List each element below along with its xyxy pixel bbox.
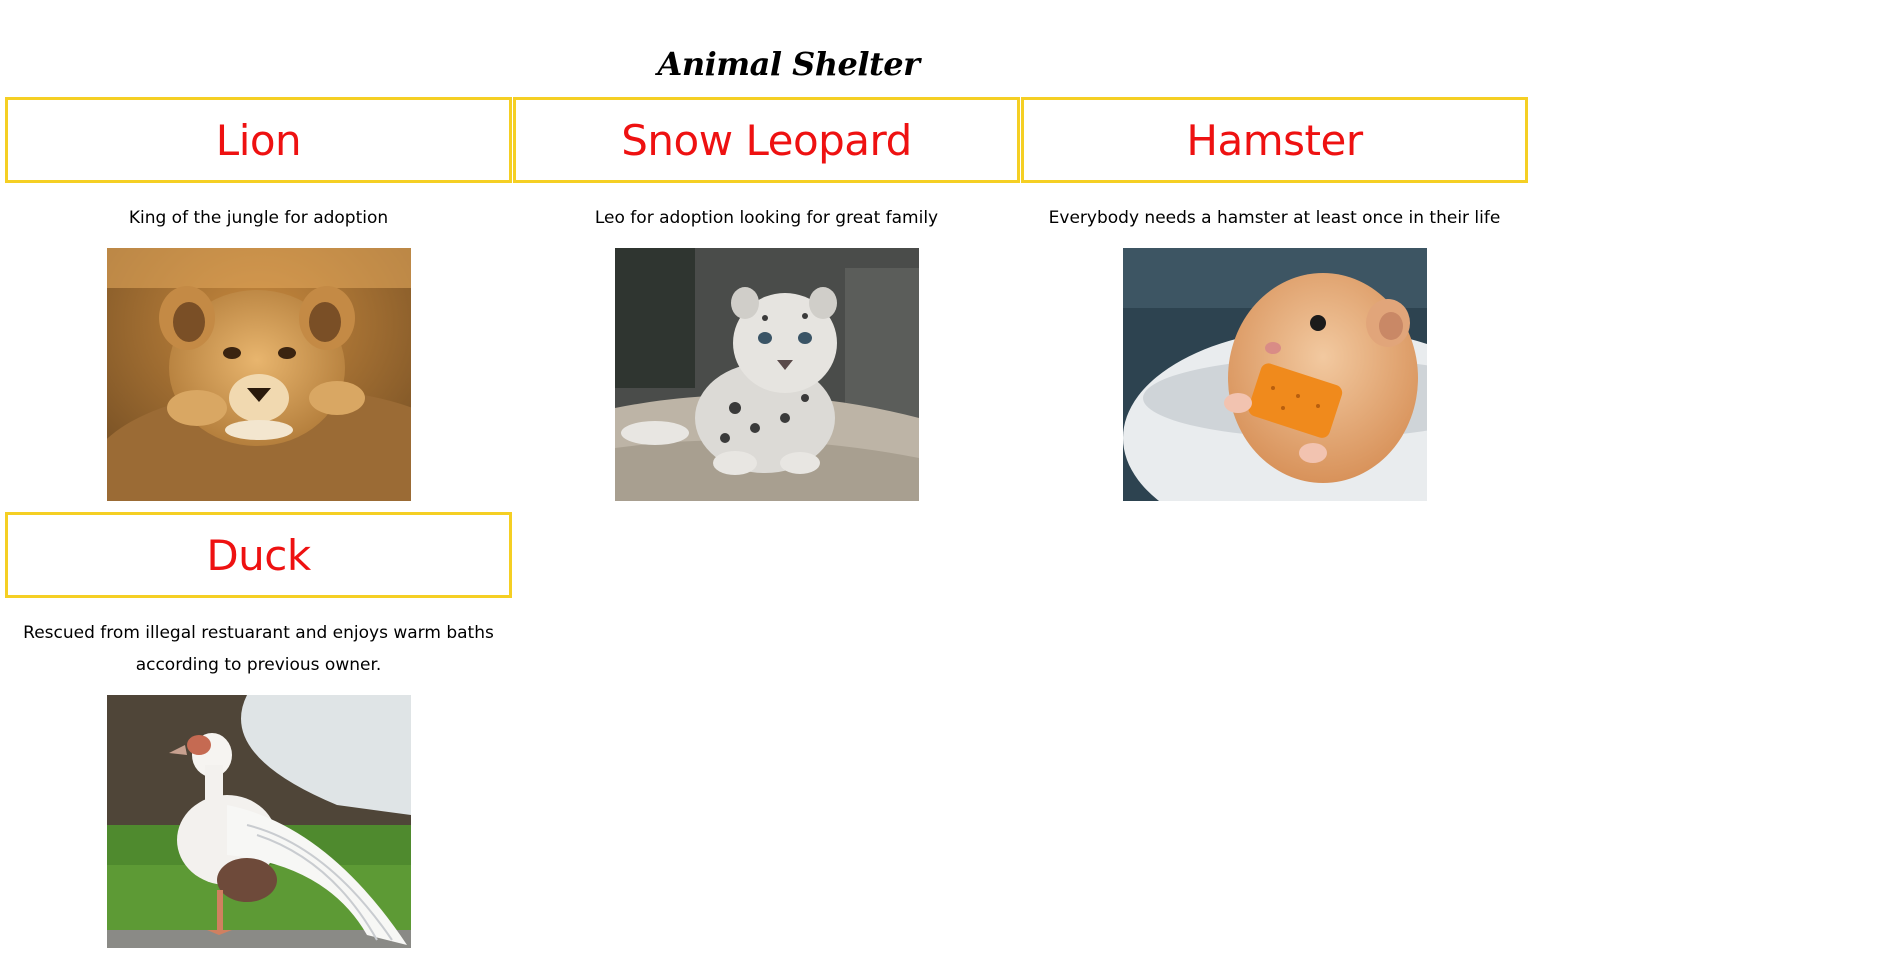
lion-cub-photo	[106, 248, 411, 501]
animal-card-header: Hamster	[1021, 97, 1528, 183]
hamster-photo	[1122, 248, 1427, 501]
animal-name: Lion	[215, 115, 302, 165]
animal-name: Snow Leopard	[621, 115, 912, 165]
animal-card-lion: Lion King of the jungle for adoption	[5, 97, 512, 501]
animal-card-duck: Duck Rescued from illegal restuarant and…	[5, 512, 512, 948]
snow-leopard-cub-photo	[614, 248, 919, 501]
animal-card-header: Duck	[5, 512, 512, 598]
animal-card-header: Lion	[5, 97, 512, 183]
duck-photo	[106, 695, 411, 948]
animal-card-hamster: Hamster Everybody needs a hamster at lea…	[1021, 97, 1528, 501]
animal-card-header: Snow Leopard	[513, 97, 1020, 183]
animal-description: Rescued from illegal restuarant and enjo…	[23, 623, 494, 675]
animal-name: Hamster	[1186, 115, 1363, 165]
animal-description: Everybody needs a hamster at least once …	[1048, 208, 1501, 228]
animal-description: King of the jungle for adoption	[128, 208, 389, 228]
animal-description: Leo for adoption looking for great famil…	[594, 208, 939, 228]
animal-name: Duck	[206, 530, 311, 580]
animal-card-snow-leopard: Snow Leopard Leo for adoption looking fo…	[513, 97, 1020, 501]
page-title: Animal Shelter	[657, 45, 920, 84]
